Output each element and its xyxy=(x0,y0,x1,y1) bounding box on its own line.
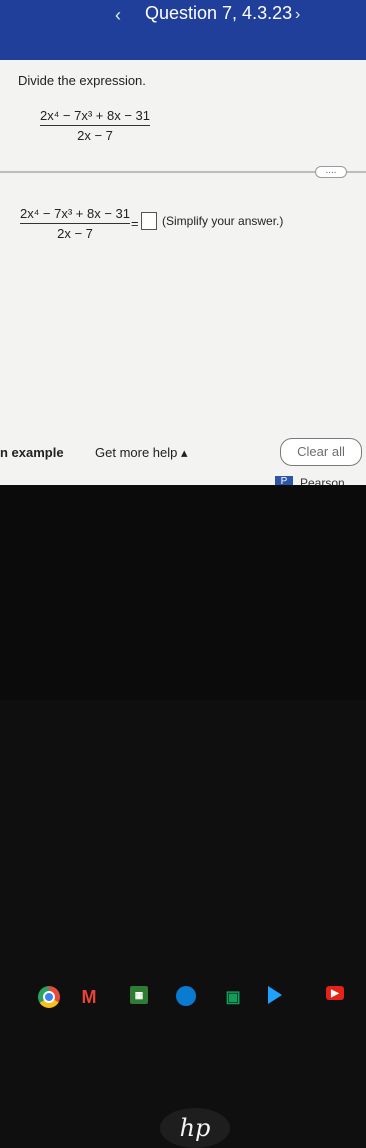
question-prompt: Divide the expression. xyxy=(18,73,146,88)
camera-icon[interactable]: ▣ xyxy=(222,986,244,1008)
view-example-link[interactable]: n example xyxy=(0,445,64,460)
header: ‹ Question 7, 4.3.23 › xyxy=(0,0,366,60)
expression-top-denominator: 2x − 7 xyxy=(77,128,113,143)
section-divider xyxy=(0,171,366,173)
youtube-icon[interactable]: ▶ xyxy=(326,986,344,1000)
app-screen: ‹ Question 7, 4.3.23 › Divide the expres… xyxy=(0,0,366,490)
clear-all-button[interactable]: Clear all xyxy=(280,438,362,466)
play-icon[interactable] xyxy=(268,986,282,1004)
equals-sign: = xyxy=(131,216,139,231)
expression-answer-numerator: 2x⁴ − 7x³ + 8x − 31 xyxy=(20,206,131,221)
previous-question-chevron-icon[interactable]: ‹ xyxy=(115,6,121,24)
expression-fraction-answer: 2x⁴ − 7x³ + 8x − 31 2x − 7 xyxy=(20,206,130,241)
simplify-hint: (Simplify your answer.) xyxy=(162,214,284,228)
laptop-bezel: hp xyxy=(0,543,366,1148)
chrome-icon[interactable] xyxy=(38,986,60,1008)
taskbar: M ▦ ▣ ▶ xyxy=(0,485,366,1008)
gmail-icon[interactable]: M xyxy=(78,986,100,1008)
get-more-help-button[interactable]: Get more help ▴ xyxy=(95,445,188,461)
fraction-bar xyxy=(40,125,150,126)
hp-logo: hp xyxy=(160,1108,230,1148)
classroom-icon[interactable]: ▦ xyxy=(130,986,148,1004)
more-options-button[interactable]: .... xyxy=(315,166,347,178)
meet-icon[interactable] xyxy=(176,986,196,1006)
answer-input[interactable] xyxy=(141,212,157,230)
next-question-chevron-icon[interactable]: › xyxy=(295,6,300,24)
expression-fraction-top: 2x⁴ − 7x³ + 8x − 31 2x − 7 xyxy=(40,108,150,143)
expression-answer-denominator: 2x − 7 xyxy=(57,226,93,241)
expression-top-numerator: 2x⁴ − 7x³ + 8x − 31 xyxy=(40,108,151,123)
fraction-bar xyxy=(20,223,130,224)
question-title: Question 7, 4.3.23 xyxy=(145,3,293,23)
